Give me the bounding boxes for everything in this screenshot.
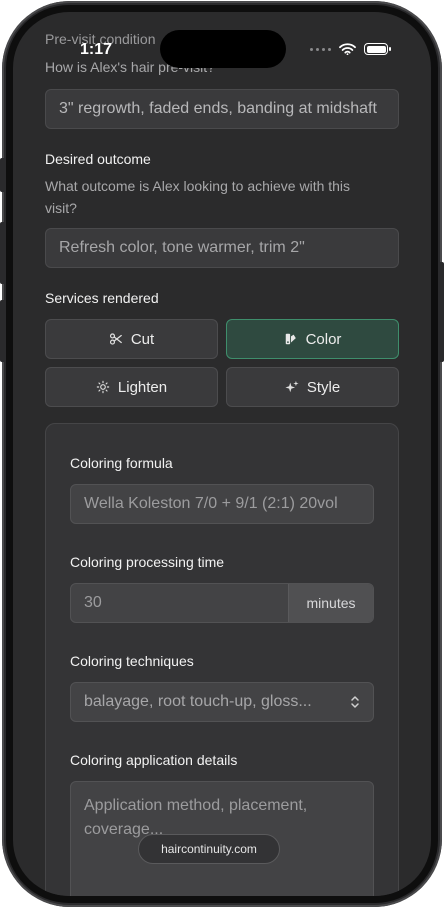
service-lighten-button[interactable]: Lighten: [45, 367, 218, 407]
service-color-label: Color: [305, 330, 342, 348]
processing-time-group: 30 minutes: [70, 583, 374, 623]
status-time: 1:17: [80, 41, 113, 58]
color-swatch-icon: [285, 333, 296, 345]
techniques-select[interactable]: balayage, root touch-up, gloss...: [70, 682, 374, 722]
techniques-value: balayage, root touch-up, gloss...: [84, 693, 312, 710]
service-cut-label: Cut: [130, 330, 155, 348]
wifi-icon: [339, 43, 356, 55]
service-lighten-label: Lighten: [117, 378, 168, 396]
previsit-input[interactable]: 3" regrowth, faded ends, banding at mids…: [45, 89, 399, 129]
techniques-label: Coloring techniques: [70, 653, 194, 669]
chevron-up-down-icon: [351, 696, 359, 708]
coloring-panel: Coloring formula Wella Koleston 7/0 + 9/…: [45, 423, 399, 896]
signal-icon: [310, 47, 331, 51]
form-content: Pre-visit condition How is Alex's hair p…: [13, 12, 431, 896]
screen: Pre-visit condition How is Alex's hair p…: [13, 12, 431, 896]
power-button: [438, 262, 444, 362]
processing-time-input[interactable]: 30: [71, 594, 102, 611]
status-indicators: [310, 43, 391, 55]
outcome-input[interactable]: Refresh color, tone warmer, trim 2": [45, 228, 399, 268]
service-style-button[interactable]: Style: [226, 367, 399, 407]
coloring-formula-label: Coloring formula: [70, 455, 173, 471]
scissors-icon: [109, 333, 122, 345]
service-cut-button[interactable]: Cut: [45, 319, 218, 359]
outcome-label: Desired outcome: [45, 151, 151, 167]
dynamic-island: [160, 30, 286, 68]
service-style-label: Style: [306, 378, 341, 396]
service-color-button[interactable]: Color: [226, 319, 399, 359]
processing-time-label: Coloring processing time: [70, 554, 225, 570]
outcome-hint: What outcome is Alex looking to achieve …: [45, 178, 351, 216]
processing-time-unit: minutes: [288, 584, 373, 622]
services-label: Services rendered: [45, 290, 159, 306]
domain-badge[interactable]: haircontinuity.com: [138, 834, 280, 864]
sparkles-icon: [285, 380, 299, 393]
battery-icon: [364, 43, 391, 55]
sun-icon: [96, 380, 110, 394]
coloring-formula-input[interactable]: Wella Koleston 7/0 + 9/1 (2:1) 20vol: [70, 484, 374, 524]
application-details-label: Coloring application details: [70, 752, 238, 768]
